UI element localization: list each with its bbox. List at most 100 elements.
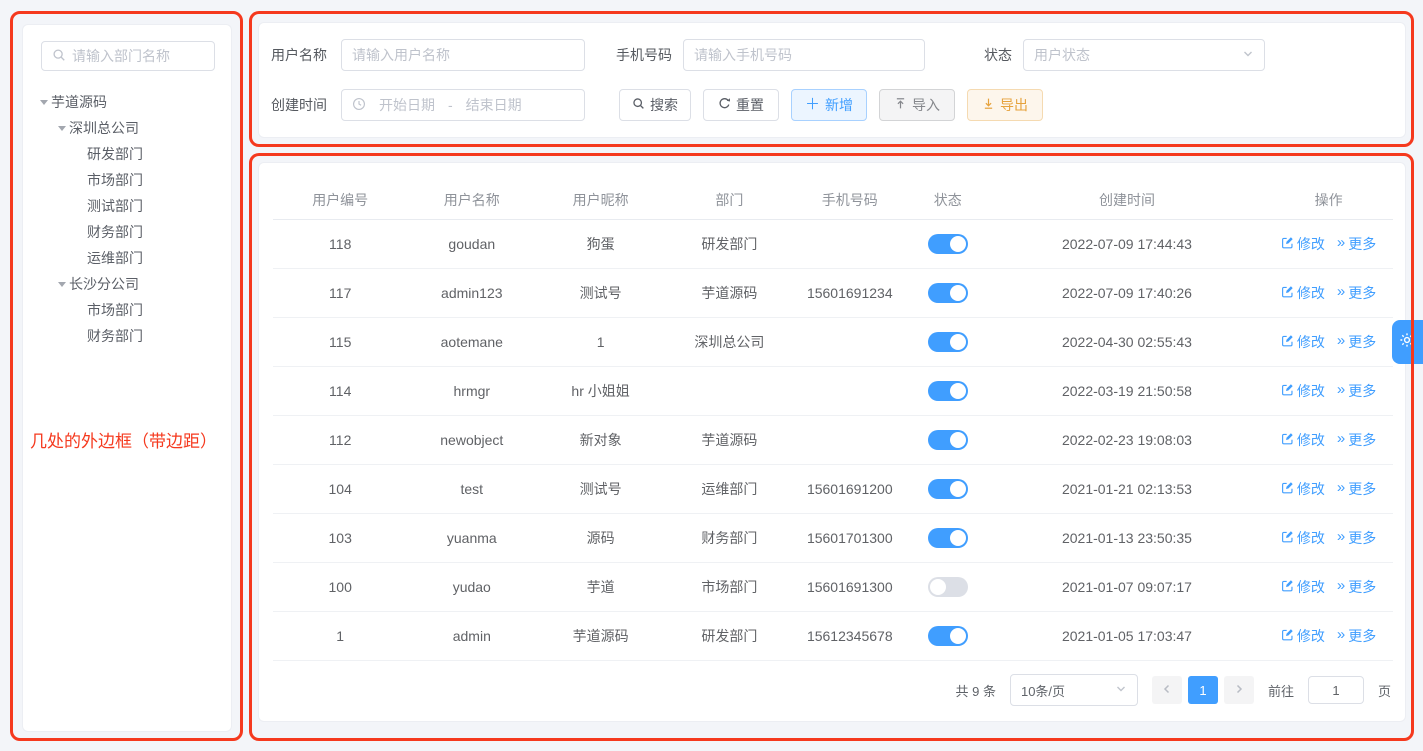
settings-fab-button[interactable]	[1392, 320, 1423, 364]
dept-search-input[interactable]	[41, 41, 215, 71]
search-button[interactable]: 搜索	[619, 89, 691, 121]
tree-node[interactable]: 芋道源码	[23, 89, 231, 115]
cell-created: 2021-01-05 17:03:47	[990, 611, 1264, 660]
status-toggle[interactable]	[928, 479, 968, 499]
status-toggle[interactable]	[928, 381, 968, 401]
caret-down-icon[interactable]	[36, 95, 51, 109]
table-row: 112 newobject 新对象 芋道源码 2022-02-23 19:08:…	[273, 415, 1393, 464]
tree-node[interactable]: 运维部门	[23, 245, 231, 271]
goto-page-input[interactable]	[1308, 676, 1364, 704]
more-button[interactable]: » 更多	[1337, 528, 1376, 548]
annotation-note: 几处的外边框（带边距）	[30, 427, 217, 452]
tree-node[interactable]: 测试部门	[23, 193, 231, 219]
tree-node-label: 测试部门	[87, 196, 143, 216]
column-header: 手机号码	[794, 181, 906, 219]
dept-search-field[interactable]	[72, 48, 204, 64]
more-button[interactable]: » 更多	[1337, 381, 1376, 401]
cell-username: admin123	[407, 268, 536, 317]
chevron-down-icon	[1115, 683, 1127, 698]
status-toggle[interactable]	[928, 626, 968, 646]
edit-button[interactable]: 修改	[1281, 234, 1325, 254]
edit-button[interactable]: 修改	[1281, 381, 1325, 401]
status-label: 状态	[984, 39, 1012, 71]
tree-node[interactable]: 研发部门	[23, 141, 231, 167]
edit-button[interactable]: 修改	[1281, 528, 1325, 548]
more-button[interactable]: » 更多	[1337, 332, 1376, 352]
cell-mobile: 15601701300	[794, 513, 906, 562]
status-toggle[interactable]	[928, 577, 968, 597]
tree-node[interactable]: 长沙分公司	[23, 271, 231, 297]
cell-created: 2021-01-13 23:50:35	[990, 513, 1264, 562]
column-header: 用户名称	[407, 181, 536, 219]
table-body: 118 goudan 狗蛋 研发部门 2022-07-09 17:44:43 修…	[273, 219, 1393, 660]
status-toggle[interactable]	[928, 332, 968, 352]
cell-username: test	[407, 464, 536, 513]
cell-username: admin	[407, 611, 536, 660]
cell-status	[906, 513, 990, 562]
tree-node[interactable]: 市场部门	[23, 297, 231, 323]
edit-button[interactable]: 修改	[1281, 577, 1325, 597]
caret-down-icon[interactable]	[54, 121, 69, 135]
cell-user-id: 118	[273, 219, 407, 268]
filter-panel: 用户名称 手机号码 状态 用户状态 创建时间 开始日期 - 结束日期 搜索 重置…	[258, 22, 1406, 138]
cell-username: goudan	[407, 219, 536, 268]
tree-node-label: 深圳总公司	[69, 118, 139, 138]
search-icon	[52, 48, 66, 65]
edit-button[interactable]: 修改	[1281, 626, 1325, 646]
mobile-field[interactable]	[694, 47, 914, 63]
tree-node[interactable]: 财务部门	[23, 323, 231, 349]
cell-user-id: 1	[273, 611, 407, 660]
cell-created: 2021-01-21 02:13:53	[990, 464, 1264, 513]
status-toggle[interactable]	[928, 234, 968, 254]
cell-nickname: 测试号	[536, 268, 665, 317]
reset-button[interactable]: 重置	[703, 89, 779, 121]
export-button[interactable]: 导出	[967, 89, 1043, 121]
tree-node-label: 运维部门	[87, 248, 143, 268]
status-toggle[interactable]	[928, 430, 968, 450]
tree-node-label: 财务部门	[87, 326, 143, 346]
status-select[interactable]: 用户状态	[1023, 39, 1265, 71]
more-button[interactable]: » 更多	[1337, 479, 1376, 499]
cell-mobile: 15601691300	[794, 562, 906, 611]
cell-status	[906, 415, 990, 464]
tree-node-label: 芋道源码	[51, 92, 107, 112]
dept-tree: 芋道源码 深圳总公司 研发部门 市场部门 测试部门 财务部门 运维部门 长沙分公…	[23, 89, 231, 349]
cell-actions: 修改 » 更多	[1264, 415, 1393, 464]
edit-button[interactable]: 修改	[1281, 479, 1325, 499]
page-number-button[interactable]: 1	[1188, 676, 1218, 704]
more-button[interactable]: » 更多	[1337, 430, 1376, 450]
page-size-value: 10条/页	[1021, 681, 1065, 700]
caret-down-icon[interactable]	[54, 277, 69, 291]
username-input[interactable]	[341, 39, 585, 71]
date-start-placeholder: 开始日期	[379, 95, 435, 115]
username-field[interactable]	[352, 47, 574, 63]
page-size-select[interactable]: 10条/页	[1010, 674, 1138, 706]
status-toggle[interactable]	[928, 528, 968, 548]
status-toggle[interactable]	[928, 283, 968, 303]
more-button[interactable]: » 更多	[1337, 234, 1376, 254]
more-button[interactable]: » 更多	[1337, 626, 1376, 646]
tree-node-label: 财务部门	[87, 222, 143, 242]
import-button[interactable]: 导入	[879, 89, 955, 121]
cell-username: newobject	[407, 415, 536, 464]
prev-page-button[interactable]	[1152, 676, 1182, 704]
date-range-input[interactable]: 开始日期 - 结束日期	[341, 89, 585, 121]
more-icon: »	[1337, 333, 1345, 348]
edit-button[interactable]: 修改	[1281, 332, 1325, 352]
cell-status	[906, 268, 990, 317]
edit-icon	[1281, 285, 1294, 301]
mobile-input[interactable]	[683, 39, 925, 71]
tree-node[interactable]: 深圳总公司	[23, 115, 231, 141]
more-button[interactable]: » 更多	[1337, 283, 1376, 303]
next-page-button[interactable]	[1224, 676, 1254, 704]
date-separator: -	[448, 97, 453, 113]
column-header: 部门	[665, 181, 794, 219]
tree-node[interactable]: 财务部门	[23, 219, 231, 245]
tree-node-label: 市场部门	[87, 170, 143, 190]
tree-node[interactable]: 市场部门	[23, 167, 231, 193]
edit-button[interactable]: 修改	[1281, 430, 1325, 450]
edit-icon	[1281, 481, 1294, 497]
edit-button[interactable]: 修改	[1281, 283, 1325, 303]
add-button[interactable]: ＋ 新增	[791, 89, 867, 121]
more-button[interactable]: » 更多	[1337, 577, 1376, 597]
